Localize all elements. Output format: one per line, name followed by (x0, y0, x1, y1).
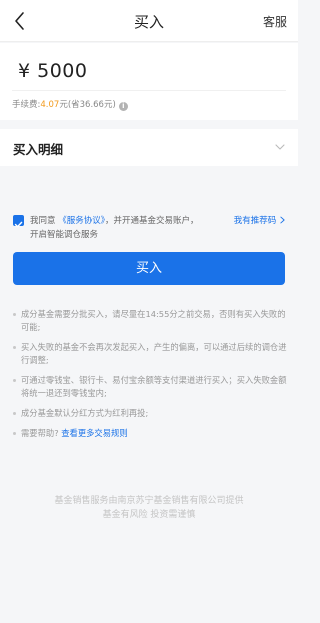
top-bar: 买入 客服 (0, 0, 298, 42)
help-text: 需要帮助? (21, 428, 59, 438)
note-item: 买入失败的基金不会再次发起买入，产生的偏离，可以通过后续的调仓进行调整; (13, 341, 288, 367)
footer-line2: 基金有风险 投资需谨慎 (102, 510, 196, 520)
help-item: 需要帮助? 查看更多交易规则 (13, 427, 288, 440)
consent-text-line2: 开启智能调仓服务 (30, 230, 99, 240)
referrer-code-label: 我有推荐码 (233, 216, 277, 226)
buy-button[interactable]: 买入 (13, 252, 285, 285)
purchase-detail-row[interactable]: 买入明细 (0, 129, 298, 166)
service-agreement-link[interactable]: 《服务协议》 (58, 216, 105, 226)
referrer-code-link[interactable]: 我有推荐码 (234, 214, 285, 226)
divider (12, 90, 286, 91)
footer: 基金销售服务由南京苏宁基金销售有限公司提供 基金有风险 投资需谨慎 (0, 494, 298, 522)
note-item: 成分基金默认分红方式为红利再投; (13, 407, 288, 420)
consent-text: 我同意 《服务协议》，并开通基金交易账户， (30, 214, 199, 228)
note-item: 可通过零钱宝、银行卡、易付宝余额等支付渠道进行买入；买入失败金额将统一退还到零钱… (13, 374, 288, 400)
more-rules-link[interactable]: 查看更多交易规则 (61, 428, 127, 438)
consent-text-before: 我同意 (30, 216, 56, 226)
amount-section: ¥ 5000 手续费:4.07元(省36.66元) i (0, 43, 298, 120)
fee-prefix: 手续费: (12, 100, 41, 110)
amount-input[interactable]: ¥ 5000 (18, 60, 87, 82)
notes-list: 成分基金需要分批买入，请尽量在14:55分之前交易，否则有买入失败的可能; 买入… (13, 308, 288, 447)
fee-suffix: 元(省36.66元) (59, 100, 116, 110)
info-icon[interactable]: i (118, 102, 128, 111)
chevron-down-icon (275, 144, 285, 150)
customer-service-button[interactable]: 客服 (263, 13, 287, 30)
page-title: 买入 (133, 13, 164, 31)
checkbox-checked-icon[interactable] (13, 215, 24, 228)
footer-line1: 基金销售服务由南京苏宁基金销售有限公司提供 (54, 496, 244, 506)
fee-text: 手续费:4.07元(省36.66元) i (12, 98, 128, 111)
consent-text-after: ，并开通基金交易账户， (104, 216, 199, 226)
chevron-right-icon (280, 216, 285, 224)
note-item: 成分基金需要分批买入，请尽量在14:55分之前交易，否则有买入失败的可能; (13, 308, 288, 334)
fee-value: 4.07 (40, 100, 60, 110)
purchase-detail-label: 买入明细 (13, 142, 64, 157)
